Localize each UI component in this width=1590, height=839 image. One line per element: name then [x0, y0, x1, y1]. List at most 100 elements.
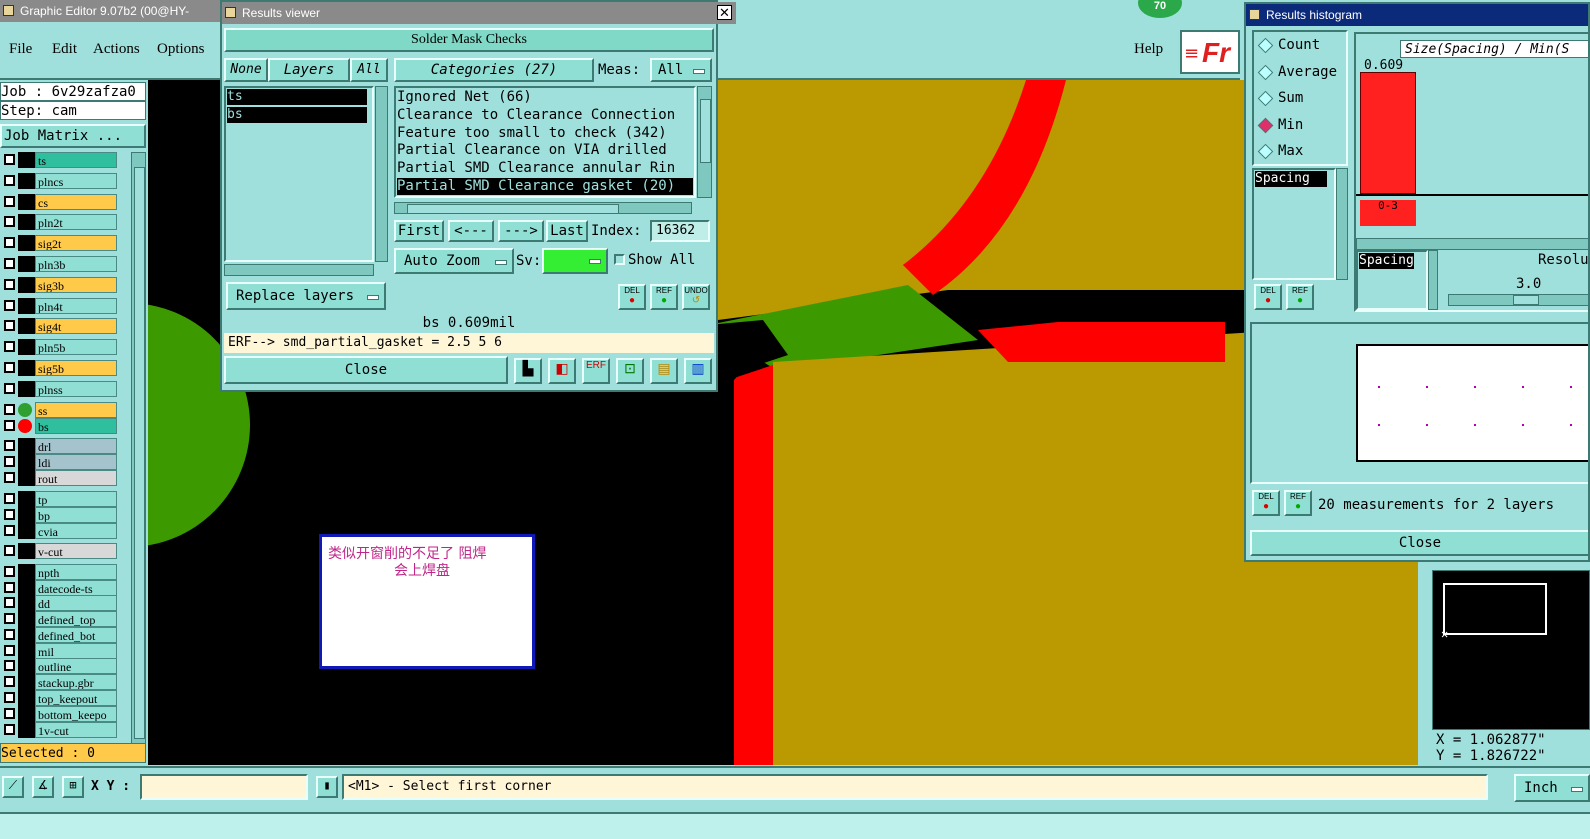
layer-color-swatch[interactable]: [18, 298, 35, 314]
layer-color-swatch[interactable]: [18, 564, 35, 580]
layer-label[interactable]: mil: [35, 643, 117, 659]
layer-row-sig3b[interactable]: sig3b: [2, 277, 117, 293]
layer-color-swatch[interactable]: [18, 277, 35, 293]
show-all-checkbox[interactable]: [614, 254, 625, 265]
layer-color-swatch[interactable]: [18, 543, 35, 559]
layer-row-pln5b[interactable]: pln5b: [2, 339, 117, 355]
layers-list[interactable]: ts bs: [224, 86, 374, 262]
next-button[interactable]: --->: [498, 220, 544, 242]
layer-checkbox[interactable]: [4, 320, 15, 331]
first-button[interactable]: First: [394, 220, 444, 242]
layer-row-bottom_keepo[interactable]: bottom_keepo: [2, 706, 117, 722]
histogram-hscroll[interactable]: [1356, 238, 1588, 250]
layer-color-swatch[interactable]: [18, 339, 35, 355]
none-button[interactable]: None: [224, 58, 268, 82]
layer-label[interactable]: v-cut: [35, 543, 117, 559]
replace-layers-dropdown[interactable]: Replace layers: [226, 282, 386, 310]
erf-button[interactable]: ERF: [582, 358, 610, 384]
layer-row-rout[interactable]: rout: [2, 470, 117, 486]
layer-row-sig5b[interactable]: sig5b: [2, 360, 117, 376]
layer-color-swatch[interactable]: [18, 454, 35, 470]
layer-checkbox[interactable]: [4, 493, 15, 504]
layer-row-drl[interactable]: drl: [2, 438, 117, 454]
layer-row-npth[interactable]: npth: [2, 564, 117, 580]
job-matrix-button[interactable]: Job Matrix ...: [0, 124, 146, 148]
layer-label[interactable]: sig3b: [35, 277, 117, 293]
xy-input[interactable]: [140, 774, 308, 800]
overview-map[interactable]: ✕: [1432, 570, 1590, 730]
layers-hscroll[interactable]: [224, 264, 374, 276]
radio-icon[interactable]: [1257, 117, 1274, 133]
layer-label[interactable]: rout: [35, 470, 117, 486]
auto-zoom-dropdown[interactable]: Auto Zoom: [394, 248, 514, 274]
layer-color-swatch[interactable]: [18, 152, 35, 168]
layer-checkbox[interactable]: [4, 472, 15, 483]
layer-label[interactable]: ss: [35, 402, 117, 418]
spacing-list-item[interactable]: Spacing: [1255, 171, 1327, 187]
refresh-button[interactable]: REF ●: [650, 284, 678, 310]
layer-color-swatch[interactable]: [18, 235, 35, 251]
layer-label[interactable]: tp: [35, 491, 117, 507]
slider-thumb[interactable]: [1513, 295, 1539, 305]
layer-color-swatch[interactable]: [18, 523, 35, 539]
layer-label[interactable]: cs: [35, 194, 117, 210]
layer-label[interactable]: plncs: [35, 173, 117, 189]
layer-label[interactable]: pln5b: [35, 339, 117, 355]
layer-row-outline[interactable]: outline: [2, 658, 117, 674]
layer-checkbox[interactable]: [4, 383, 15, 394]
layer-row-pln3b[interactable]: pln3b: [2, 256, 117, 272]
menu-actions[interactable]: Actions: [93, 41, 140, 58]
all-button[interactable]: All: [350, 58, 388, 82]
layer-checkbox[interactable]: [4, 341, 15, 352]
layer-color-swatch[interactable]: [18, 214, 35, 230]
layer-label[interactable]: dd: [35, 595, 117, 611]
layer-row-plnss[interactable]: plnss: [2, 381, 117, 397]
histogram-titlebar[interactable]: Results histogram: [1246, 4, 1588, 26]
layer-row-defined_top[interactable]: defined_top: [2, 611, 117, 627]
histogram-button[interactable]: ▥: [684, 358, 712, 384]
categories-vscroll[interactable]: [697, 86, 712, 198]
category-item[interactable]: Feature too small to check (342): [397, 125, 693, 142]
summary-refresh-button[interactable]: REF ●: [1284, 490, 1312, 516]
stat-option-sum[interactable]: Sum: [1252, 89, 1344, 109]
last-button[interactable]: Last: [546, 220, 588, 242]
category-item[interactable]: Partial Clearance on VIA drilled: [397, 142, 693, 159]
layer-checkbox[interactable]: [4, 597, 15, 608]
measure-tool-button[interactable]: ∡: [32, 776, 54, 798]
layer-label[interactable]: sig2t: [35, 235, 117, 251]
layer-row-ss[interactable]: ss: [2, 402, 117, 418]
histogram-close-button[interactable]: Close: [1250, 530, 1588, 556]
layer-checkbox[interactable]: [4, 545, 15, 556]
spacing-list-vscroll[interactable]: [1336, 168, 1348, 280]
hist-delete-button[interactable]: DEL ●: [1254, 284, 1282, 310]
delete-button[interactable]: DEL ●: [618, 284, 646, 310]
layer-checkbox[interactable]: [4, 404, 15, 415]
layer-label[interactable]: pln3b: [35, 256, 117, 272]
layer-label[interactable]: 1v-cut: [35, 722, 117, 738]
menu-file[interactable]: File: [9, 41, 32, 58]
layer-row-tp[interactable]: tp: [2, 491, 117, 507]
layer-checkbox[interactable]: [4, 509, 15, 520]
spacing-list[interactable]: Spacing: [1252, 168, 1336, 280]
summary-delete-button[interactable]: DEL ●: [1252, 490, 1280, 516]
layer-color-swatch[interactable]: [18, 706, 35, 722]
snap-button[interactable]: ⊞: [62, 776, 84, 798]
layer-label[interactable]: sig5b: [35, 360, 117, 376]
layer-color-swatch[interactable]: [18, 690, 35, 706]
layer-color-swatch[interactable]: [18, 194, 35, 210]
layer-label[interactable]: defined_top: [35, 611, 117, 627]
layer-row-dd[interactable]: dd: [2, 595, 117, 611]
layer-row-pln4t[interactable]: pln4t: [2, 298, 117, 314]
layer-color-swatch[interactable]: [18, 318, 35, 334]
layer-label[interactable]: bs: [35, 418, 117, 434]
layer-label[interactable]: bp: [35, 507, 117, 523]
layer-checkbox[interactable]: [4, 362, 15, 373]
layer-label[interactable]: drl: [35, 438, 117, 454]
meas-dropdown[interactable]: All: [650, 58, 712, 82]
spacing-select[interactable]: Spacing: [1356, 250, 1428, 310]
index-field[interactable]: 16362: [650, 220, 710, 242]
layer-label[interactable]: npth: [35, 564, 117, 580]
layer-item-ts[interactable]: ts: [227, 89, 367, 105]
layer-row-sig4t[interactable]: sig4t: [2, 318, 117, 334]
layer-label[interactable]: top_keepout: [35, 690, 117, 706]
